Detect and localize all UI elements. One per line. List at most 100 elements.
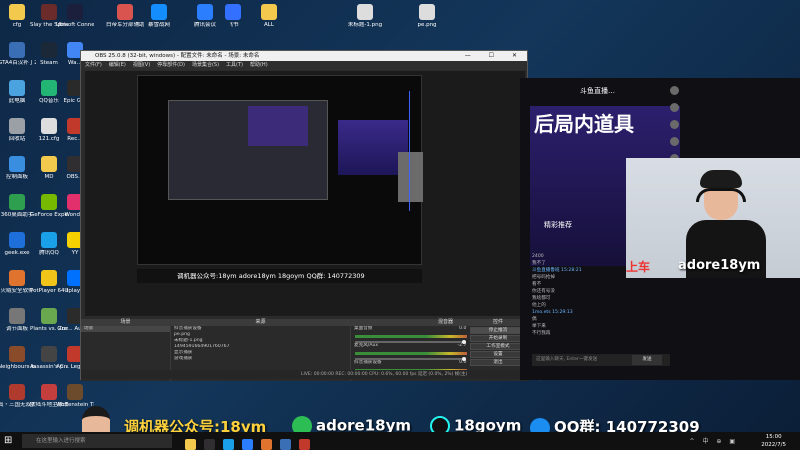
obs-menu-bar: 文件(F) 编辑(E) 视图(V) 停靠部件(D) 场景集合(S) 工具(T) 帮助(H): [81, 61, 527, 70]
app-icon: [41, 4, 57, 20]
app-icon: [67, 384, 83, 400]
window-controls[interactable]: — ☐ ✕: [465, 51, 525, 61]
volume-slider[interactable]: [355, 357, 466, 361]
desktop-icon-label: pe.png: [417, 22, 437, 28]
sources-header: 来源: [171, 319, 350, 326]
menu-item[interactable]: 场景集合(S): [192, 62, 219, 68]
app-icon: [41, 346, 57, 362]
desktop-icon[interactable]: 白帝军分部辅助: [106, 4, 144, 28]
clock-time: 15:00: [765, 434, 782, 440]
taskbar-app-icon[interactable]: [204, 439, 215, 450]
control-button[interactable]: 设置: [470, 351, 526, 358]
app-icon: [9, 80, 25, 96]
obs-title-bar[interactable]: OBS 25.0.8 (32-bit, windows) - 配置文件: 未命名…: [81, 51, 527, 61]
app-icon: [41, 194, 57, 210]
chat-message: 1mo.ets 15:29:13: [532, 310, 573, 315]
track-name: 抖音捕获设备: [354, 360, 382, 365]
scene-item[interactable]: 场景: [81, 326, 170, 332]
taskbar-app-icon[interactable]: [185, 439, 196, 450]
menu-item[interactable]: 编辑(E): [109, 62, 126, 68]
source-list: 抖音捕获设备 pe.png 未标题-1.png 1494591664901760767…: [171, 326, 350, 362]
app-icon: [9, 194, 25, 210]
desktop-icon-label: ALL: [264, 22, 274, 28]
desktop-icon-label: 飞书: [227, 22, 239, 28]
taskbar-app-icon[interactable]: [299, 439, 310, 450]
scenes-header: 场景: [81, 319, 170, 326]
menu-item[interactable]: 停靠部件(D): [157, 62, 185, 68]
webcam-label: 上车: [626, 260, 651, 274]
volume-slider[interactable]: [355, 340, 466, 344]
app-icon: [41, 308, 57, 324]
desktop-icon[interactable]: 飞书: [214, 4, 252, 28]
desktop-icon[interactable]: pe.png: [408, 4, 446, 28]
gift-icon[interactable]: [669, 103, 679, 112]
app-icon: [357, 4, 373, 20]
preview-overlay-text: 调机器公众号:18ym adore18ym 18goym QQ群: 140772…: [137, 269, 422, 283]
streamer-hair: [700, 170, 742, 188]
menu-item[interactable]: 工具(T): [226, 62, 243, 68]
control-button[interactable]: 退出: [470, 359, 526, 366]
chat-message: 偶: [532, 317, 537, 322]
app-icon: [41, 42, 57, 58]
app-icon: [419, 4, 435, 20]
desktop-icon[interactable]: 暴雪战网: [140, 4, 178, 28]
control-button[interactable]: 工作室模式: [470, 343, 526, 350]
taskbar-app-icon[interactable]: [242, 439, 253, 450]
desktop-icon[interactable]: ALL: [250, 4, 288, 28]
app-icon: [261, 4, 277, 20]
chat-message: 举下来: [532, 324, 546, 329]
banner-text: 后局内道具: [534, 112, 634, 136]
windows-start-icon[interactable]: ⊞: [4, 435, 16, 447]
recommend-tab[interactable]: 精彩推荐: [544, 220, 572, 230]
source-item[interactable]: 游戏捕获: [171, 356, 350, 362]
app-icon: [67, 4, 83, 20]
desktop-icon[interactable]: 未标题-1.png: [346, 4, 384, 28]
obs-window[interactable]: OBS 25.0.8 (32-bit, windows) - 配置文件: 未命名…: [80, 50, 541, 381]
taskbar-clock[interactable]: 15:00 2022/7/5: [761, 433, 786, 449]
desktop-icon-label: Ubisoft Connect: [56, 22, 94, 28]
app-icon: [41, 80, 57, 96]
track-name: 桌面音频: [354, 326, 373, 331]
menu-item[interactable]: 文件(F): [85, 62, 102, 68]
desktop-icon[interactable]: Ubisoft Connect: [56, 4, 94, 28]
send-button[interactable]: 发送: [632, 355, 662, 365]
scene-list: 场景: [81, 326, 170, 332]
nested-preview: [137, 75, 423, 265]
app-icon: [9, 4, 25, 20]
control-button[interactable]: 开始录制: [470, 335, 526, 342]
gift-icon[interactable]: [669, 120, 679, 129]
app-icon: [151, 4, 167, 20]
app-icon: [41, 384, 57, 400]
app-icon: [9, 118, 25, 134]
chat-message: 他上的: [532, 303, 546, 308]
app-icon: [41, 232, 57, 248]
app-icon: [9, 156, 25, 172]
taskbar: ⊞ 在这里输入进行搜索 ^ 中 ⊕ ▣ 15:00 2022/7/5: [0, 432, 800, 450]
webcam-feed: 上车 adore18ym: [626, 158, 800, 278]
taskbar-app-icon[interactable]: [261, 439, 272, 450]
menu-item[interactable]: 视图(V): [133, 62, 150, 68]
taskbar-app-icon[interactable]: [223, 439, 234, 450]
control-button[interactable]: 停止推流: [470, 327, 526, 334]
system-tray[interactable]: ^ 中 ⊕ ▣: [690, 436, 738, 445]
taskbar-search[interactable]: 在这里输入进行搜索: [22, 434, 172, 448]
app-icon: [41, 270, 57, 286]
obs-preview[interactable]: 调机器公众号:18ym adore18ym 18goym QQ群: 140772…: [85, 71, 525, 316]
nested-webcam: [398, 152, 423, 202]
desktop-icon[interactable]: Wolfenstein The Old B…: [56, 384, 94, 408]
stream-header: 斗鱼直播…: [580, 87, 615, 95]
app-icon: [9, 270, 25, 286]
chat-message: 看不: [532, 282, 542, 287]
app-icon: [9, 42, 25, 58]
headset-icon: [696, 188, 746, 202]
menu-item[interactable]: 帮助(H): [250, 62, 268, 68]
app-icon: [9, 346, 25, 362]
gift-icon[interactable]: [669, 86, 679, 95]
app-icon: [9, 384, 25, 400]
taskbar-app-icon[interactable]: [280, 439, 291, 450]
volume-meter: [355, 352, 474, 355]
desktop: cfgGTA4百汉补丁2022…此电脑回收站控制面板360桌面助手geek.ex…: [0, 0, 800, 450]
obs-status-bar: LIVE: 00:00:00 REC: 00:00:00 CPU: 0.6%, …: [81, 370, 529, 379]
gift-icon[interactable]: [669, 137, 679, 146]
desktop-icon-label: 暴雪战网: [147, 22, 170, 28]
